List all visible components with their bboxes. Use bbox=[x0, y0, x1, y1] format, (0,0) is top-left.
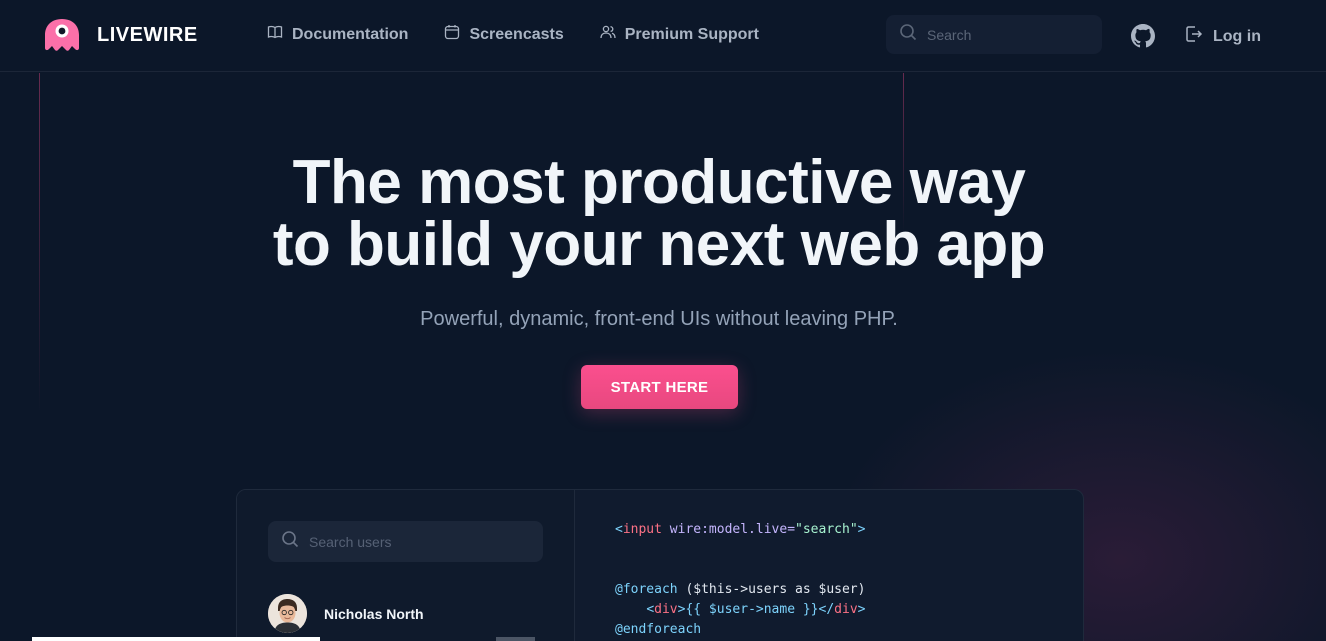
start-here-button[interactable]: START HERE bbox=[581, 365, 738, 409]
search-field[interactable] bbox=[886, 15, 1102, 54]
book-icon bbox=[267, 24, 283, 45]
main-nav: Documentation Screencasts Premium Suppor… bbox=[267, 24, 759, 45]
code-token: < bbox=[615, 522, 623, 537]
github-icon[interactable] bbox=[1131, 24, 1155, 48]
code-token: {{ $user->name }} bbox=[685, 602, 819, 617]
nav-label: Screencasts bbox=[469, 25, 564, 43]
hero-title: The most productive way to build your ne… bbox=[0, 152, 1318, 276]
page: LIVEWIRE Documentation Screencasts Premi… bbox=[0, 0, 1326, 641]
calendar-icon bbox=[444, 24, 460, 45]
hero-subtitle: Powerful, dynamic, front-end UIs without… bbox=[420, 308, 898, 330]
code-token: < bbox=[646, 602, 655, 617]
hero-title-line-2: to build your next web app bbox=[272, 210, 1046, 279]
code-token: @foreach bbox=[615, 582, 678, 597]
nav-item-premium-support[interactable]: Premium Support bbox=[600, 24, 759, 45]
bottom-edge-bar bbox=[496, 637, 535, 641]
nav-label: Documentation bbox=[292, 25, 409, 43]
login-label: Log in bbox=[1213, 27, 1261, 45]
code-token: > bbox=[857, 522, 866, 537]
nav-item-documentation[interactable]: Documentation bbox=[267, 24, 408, 45]
search-icon bbox=[899, 23, 917, 46]
brand-logo[interactable]: LIVEWIRE bbox=[43, 18, 198, 52]
user-search-field[interactable] bbox=[268, 521, 543, 562]
top-navbar: LIVEWIRE Documentation Screencasts Premi… bbox=[0, 0, 1326, 72]
code-snippet: <input wire:model.live="search"> @foreac… bbox=[615, 520, 865, 640]
code-token: wire:model.live= bbox=[661, 522, 796, 537]
demo-preview-panel: Nicholas North bbox=[237, 490, 575, 641]
log-in-icon bbox=[1185, 25, 1203, 48]
user-search-input[interactable] bbox=[309, 533, 529, 550]
list-item: Nicholas North bbox=[268, 594, 424, 633]
search-icon bbox=[281, 530, 299, 553]
code-token: div bbox=[654, 602, 678, 617]
code-token: > bbox=[857, 602, 866, 617]
user-name: Nicholas North bbox=[324, 605, 424, 622]
bottom-edge-bar bbox=[32, 637, 320, 641]
search-input[interactable] bbox=[927, 26, 1087, 43]
hero-title-line-1: The most productive way bbox=[292, 148, 1026, 217]
code-token: "search" bbox=[795, 522, 858, 537]
brand-name: LIVEWIRE bbox=[97, 23, 198, 46]
code-token: div bbox=[834, 602, 858, 617]
users-icon bbox=[600, 24, 616, 45]
code-token: input bbox=[622, 522, 662, 537]
demo-card: Nicholas North <input wire:model.live="s… bbox=[236, 489, 1084, 641]
nav-label: Premium Support bbox=[624, 25, 759, 43]
nav-item-screencasts[interactable]: Screencasts bbox=[444, 24, 564, 45]
code-token: ($this->users as $user) bbox=[677, 582, 866, 597]
code-token: @endforeach bbox=[615, 622, 702, 637]
avatar bbox=[268, 594, 307, 633]
code-token: </ bbox=[818, 602, 835, 617]
login-link[interactable]: Log in bbox=[1185, 25, 1261, 48]
livewire-mascot-icon bbox=[43, 18, 81, 52]
